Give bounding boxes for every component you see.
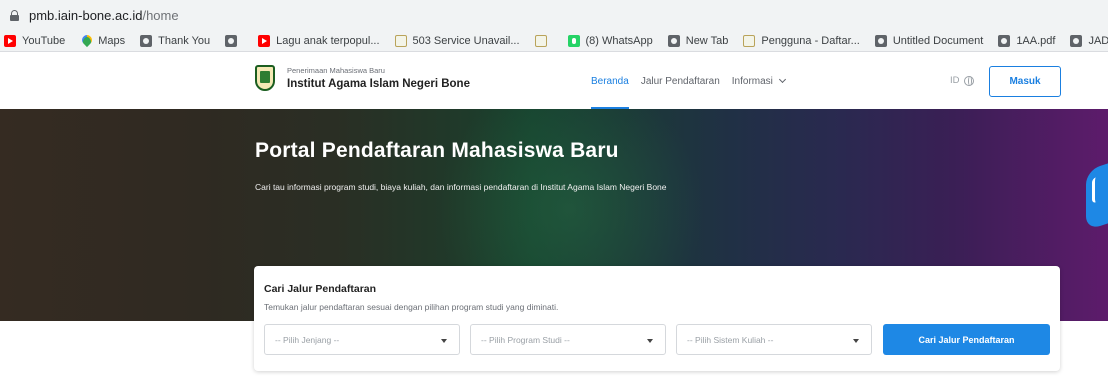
globe-icon [874, 34, 887, 47]
main-nav: Beranda Jalur Pendaftaran Informasi [591, 53, 797, 109]
bookmark-label: New Tab [685, 34, 729, 47]
bookmark-item[interactable]: Lagu anak terpopul... [258, 34, 380, 47]
document-icon [534, 34, 547, 47]
bookmark-item[interactable]: YouTube [4, 34, 66, 47]
search-jalur-button[interactable]: Cari Jalur Pendaftaran [883, 324, 1050, 355]
hero-description: Cari tau informasi program studi, biaya … [255, 182, 667, 192]
login-button[interactable]: Masuk [989, 66, 1061, 97]
hero-title: Portal Pendaftaran Mahasiswa Baru [255, 139, 619, 162]
language-switcher[interactable]: ID [950, 75, 974, 86]
bookmark-label: 503 Service Unavail... [412, 34, 520, 47]
globe-icon [667, 34, 680, 47]
bookmark-item[interactable]: JADAWL UAS SENI... [1070, 34, 1108, 47]
iain-bone-logo-icon [255, 65, 275, 91]
globe-icon [140, 34, 153, 47]
bookmark-label: 1AA.pdf [1016, 34, 1056, 47]
bookmark-item[interactable] [534, 34, 553, 47]
dropdown-caret-icon [647, 339, 653, 343]
bookmark-label: Untitled Document [892, 34, 984, 47]
program-studi-select[interactable]: -- Pilih Program Studi -- [470, 324, 666, 355]
program-studi-select-placeholder: -- Pilih Program Studi -- [481, 334, 570, 345]
brand-subtitle: Penerimaan Mahasiswa Baru [287, 66, 385, 75]
globe-icon [998, 34, 1011, 47]
bookmark-item[interactable]: Pengguna - Daftar... [743, 34, 860, 47]
bookmark-item[interactable] [225, 34, 243, 47]
whatsapp-icon [567, 34, 580, 47]
document-icon [743, 34, 756, 47]
jenjang-select-placeholder: -- Pilih Jenjang -- [275, 334, 340, 345]
nav-item-jalur-pendaftaran[interactable]: Jalur Pendaftaran [641, 53, 720, 109]
globe-icon [1070, 34, 1083, 47]
bookmark-item[interactable]: 503 Service Unavail... [394, 34, 520, 47]
brand-name: Institut Agama Islam Negeri Bone [287, 78, 470, 90]
bookmark-label: JADAWL UAS SENI... [1088, 34, 1108, 47]
bookmark-item[interactable]: (8) WhatsApp [567, 34, 653, 47]
search-card-subtitle: Temukan jalur pendaftaran sesuai dengan … [264, 302, 559, 312]
bookmarks-bar: YouTube Maps Thank You Lagu anak terpopul..… [0, 30, 1108, 52]
nav-item-beranda[interactable]: Beranda [591, 53, 629, 109]
document-icon [394, 34, 407, 47]
sistem-kuliah-select-placeholder: -- Pilih Sistem Kuliah -- [687, 334, 774, 345]
browser-address-bar[interactable]: pmb.iain-bone.ac.id/home [0, 0, 1108, 30]
language-label: ID [950, 75, 960, 86]
maps-icon [80, 35, 92, 47]
url-text[interactable]: pmb.iain-bone.ac.id/home [29, 8, 179, 23]
bookmark-label: YouTube [22, 34, 66, 47]
youtube-icon [4, 34, 16, 47]
decorative-shape [1086, 157, 1108, 231]
sistem-kuliah-select[interactable]: -- Pilih Sistem Kuliah -- [676, 324, 872, 355]
bookmark-label: Pengguna - Daftar... [761, 34, 860, 47]
brand[interactable]: Penerimaan Mahasiswa Baru Institut Agama… [255, 65, 470, 91]
jenjang-select[interactable]: -- Pilih Jenjang -- [264, 324, 460, 355]
site-header: Penerimaan Mahasiswa Baru Institut Agama… [0, 53, 1108, 109]
globe-icon [963, 75, 974, 86]
bookmark-label: Maps [98, 34, 126, 47]
bookmark-label: Lagu anak terpopul... [276, 34, 380, 47]
globe-icon [225, 34, 238, 47]
nav-item-informasi[interactable]: Informasi [732, 53, 786, 109]
youtube-icon [258, 34, 271, 47]
bookmark-label: (8) WhatsApp [585, 34, 653, 47]
lock-icon [10, 9, 19, 21]
bookmark-item[interactable]: New Tab [667, 34, 729, 47]
dropdown-caret-icon [853, 339, 859, 343]
dropdown-caret-icon [441, 339, 447, 343]
bookmark-item[interactable]: Untitled Document [874, 34, 984, 47]
search-card-title: Cari Jalur Pendaftaran [264, 283, 377, 295]
search-card: Cari Jalur Pendaftaran Temukan jalur pen… [254, 266, 1060, 371]
bookmark-item[interactable]: Thank You [140, 34, 211, 47]
chevron-down-icon [778, 75, 786, 84]
bookmark-item[interactable]: 1AA.pdf [998, 34, 1056, 47]
bookmark-item[interactable]: Maps [80, 35, 125, 47]
bookmark-label: Thank You [158, 34, 211, 47]
